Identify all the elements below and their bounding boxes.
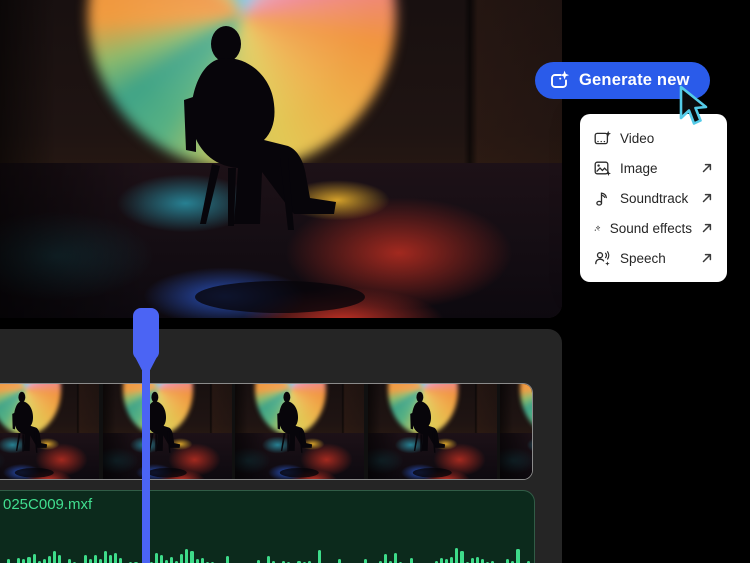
seated-person-silhouette (144, 391, 187, 478)
menu-item-label: Video (620, 130, 655, 146)
video-track-clip[interactable] (0, 383, 533, 480)
menu-item-soundtrack[interactable]: Soundtrack (580, 183, 727, 213)
video-thumbnail (0, 384, 99, 479)
video-preview-panel (0, 0, 562, 318)
video-scene (235, 384, 364, 479)
menu-item-image[interactable]: Image (580, 153, 727, 183)
video-thumbnail (500, 384, 533, 479)
menu-item-label: Soundtrack (620, 190, 689, 206)
timeline-panel: 00:00:29 00:05:15 (0, 329, 562, 563)
generate-new-button[interactable]: Generate new (535, 62, 710, 99)
video-scene (102, 384, 232, 479)
external-link-icon (701, 222, 713, 234)
audio-track-clip[interactable]: 025C009.mxf (0, 490, 535, 563)
playhead-handle[interactable] (133, 308, 159, 360)
external-link-icon (701, 252, 713, 264)
audio-clip-name: 025C009.mxf (3, 496, 93, 513)
video-scene (0, 384, 99, 479)
audio-waveform (2, 545, 530, 563)
menu-item-label: Image (620, 160, 658, 176)
speech-icon (595, 250, 610, 266)
generate-new-label: Generate new (579, 71, 690, 89)
seated-person-silhouette (184, 26, 365, 313)
menu-item-label: Sound effects (609, 220, 692, 236)
external-link-icon (701, 192, 713, 204)
seated-person-silhouette (409, 391, 452, 478)
video-scene (500, 384, 533, 479)
generate-menu: Video Image Soundtrack Sound effects Spe… (580, 114, 727, 282)
video-thumbnail (102, 384, 232, 479)
video-thumbnail (235, 384, 364, 479)
menu-item-label: Speech (620, 250, 666, 266)
video-icon (594, 130, 611, 144)
sound-effects-icon (594, 225, 601, 231)
thumbnail-row (0, 384, 532, 479)
image-icon (594, 161, 611, 176)
seated-person-silhouette (12, 391, 54, 478)
menu-item-video[interactable]: Video (580, 123, 727, 153)
generate-image-sparkle-icon (551, 70, 570, 88)
video-scene (0, 0, 562, 318)
seated-person-silhouette (500, 384, 533, 479)
menu-item-speech[interactable]: Speech (580, 243, 727, 273)
external-link-icon (701, 162, 713, 174)
menu-item-sound-effects[interactable]: Sound effects (580, 213, 727, 243)
video-thumbnail (367, 384, 497, 479)
soundtrack-icon (596, 191, 607, 206)
seated-person-silhouette (277, 391, 319, 478)
video-scene (367, 384, 497, 479)
